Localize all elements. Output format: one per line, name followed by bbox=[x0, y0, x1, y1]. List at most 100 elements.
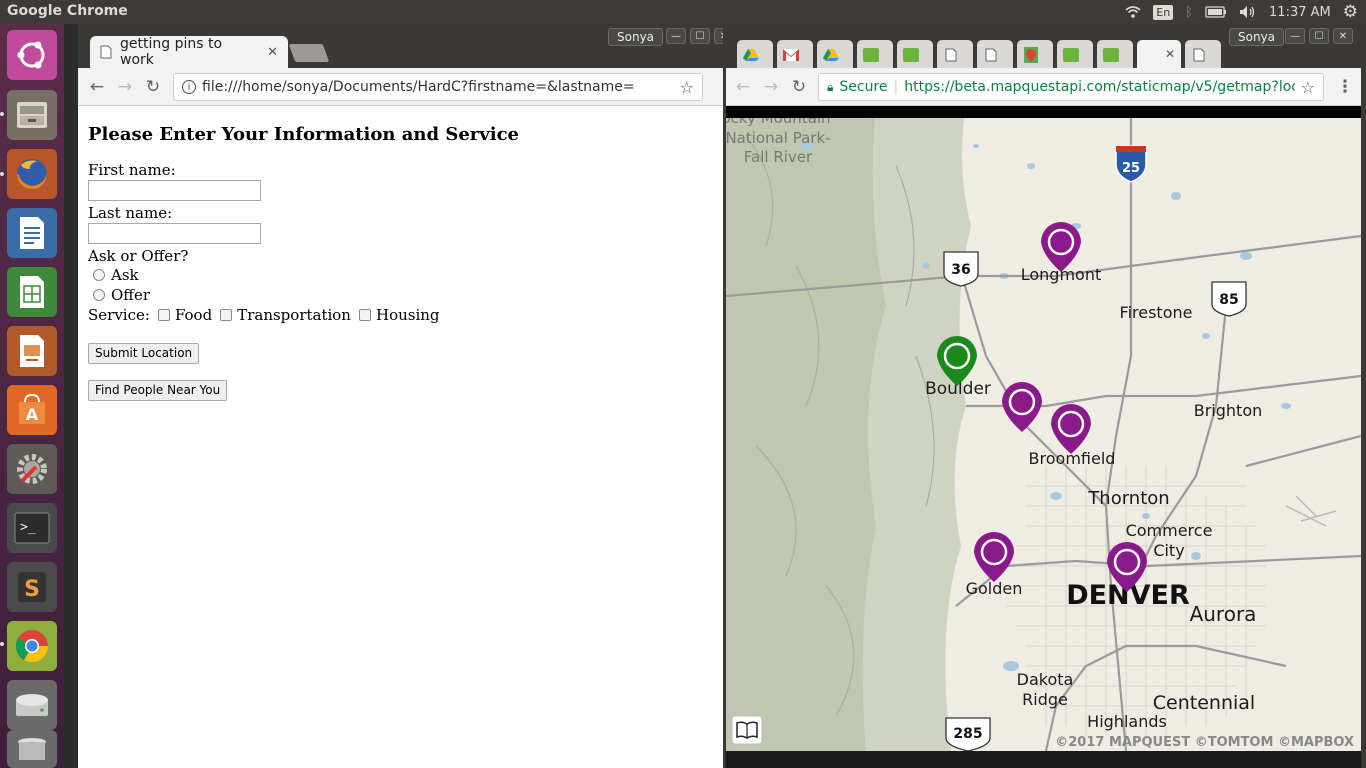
brighton-label: Brighton bbox=[1194, 401, 1263, 420]
green-app-icon bbox=[903, 48, 919, 62]
back-arrow-icon[interactable]: ← bbox=[86, 76, 108, 98]
chrome-window-form: getting pins to work ✕ Sonya — ☐ ✕ ← → ↻… bbox=[78, 24, 734, 768]
address-bar[interactable]: 🔒︎ Secure | https://beta.mapquestapi.com… bbox=[818, 73, 1324, 101]
drive-icon bbox=[823, 49, 839, 61]
forward-arrow-icon[interactable]: → bbox=[114, 76, 136, 98]
minimize-button[interactable]: — bbox=[1285, 28, 1305, 44]
tab-google-maps[interactable] bbox=[1017, 40, 1053, 68]
close-window-button[interactable]: ✕ bbox=[1333, 28, 1353, 44]
form-heading: Please Enter Your Information and Servic… bbox=[88, 124, 519, 145]
map-svg: 25 36 85 285 ocky Mountain National Park… bbox=[726, 106, 1361, 751]
sublime-text-icon[interactable]: S bbox=[7, 562, 57, 612]
tab-green-app-3[interactable] bbox=[1057, 40, 1093, 68]
tab-green-app-2[interactable] bbox=[897, 40, 933, 68]
svg-text:>_: >_ bbox=[20, 520, 36, 535]
maximize-button[interactable]: ☐ bbox=[1309, 28, 1329, 44]
chrome-icon[interactable] bbox=[7, 621, 57, 671]
battery-icon[interactable] bbox=[1205, 6, 1227, 18]
tab-close-icon[interactable]: ✕ bbox=[267, 45, 278, 60]
centennial-label: Centennial bbox=[1153, 692, 1255, 714]
active-app-title: Google Chrome bbox=[7, 3, 128, 19]
firefox-icon[interactable] bbox=[7, 149, 57, 199]
tab-page-3[interactable] bbox=[1185, 40, 1221, 68]
info-icon[interactable]: i bbox=[182, 80, 196, 94]
keyboard-layout-indicator[interactable]: En bbox=[1153, 4, 1174, 20]
libreoffice-writer-icon[interactable] bbox=[7, 208, 57, 258]
commerce-city-label-1: Commerce bbox=[1126, 521, 1213, 540]
browser-toolbar: ← → ↻ i file:///home/sonya/Documents/Har… bbox=[78, 68, 723, 106]
last-name-input[interactable] bbox=[88, 223, 261, 244]
minimize-button[interactable]: — bbox=[666, 28, 686, 44]
offer-radio[interactable] bbox=[93, 289, 105, 301]
service-label: Service: bbox=[88, 306, 150, 324]
first-name-input[interactable] bbox=[88, 180, 261, 201]
map-legend-book-icon[interactable] bbox=[731, 715, 763, 745]
settings-gear-icon[interactable]: ⚙ bbox=[1343, 2, 1358, 22]
profile-button[interactable]: Sonya bbox=[608, 28, 664, 46]
us285-label: 285 bbox=[953, 726, 982, 742]
tab-google-drive-2[interactable] bbox=[817, 40, 853, 68]
browser-toolbar: ← → ↻ 🔒︎ Secure | https://beta.mapquesta… bbox=[726, 68, 1361, 106]
food-checkbox[interactable] bbox=[157, 309, 170, 321]
menu-dots-icon[interactable]: ⋮ bbox=[1334, 76, 1356, 98]
libreoffice-calc-icon[interactable] bbox=[7, 267, 57, 317]
transportation-checkbox[interactable] bbox=[220, 309, 233, 321]
transportation-label: Transportation bbox=[237, 306, 351, 324]
system-settings-icon[interactable] bbox=[7, 444, 57, 494]
ask-radio[interactable] bbox=[93, 269, 105, 281]
window-titlebar: getting pins to work ✕ Sonya — ☐ ✕ bbox=[78, 24, 734, 68]
green-app-icon bbox=[863, 48, 879, 62]
tab-page-2[interactable] bbox=[977, 40, 1013, 68]
maps-icon bbox=[1024, 47, 1038, 63]
maximize-button[interactable]: ☐ bbox=[690, 28, 710, 44]
find-people-button[interactable]: Find People Near You bbox=[88, 380, 228, 401]
trash-icon[interactable] bbox=[7, 730, 57, 768]
window-titlebar: ✕ Sonya — ☐ ✕ bbox=[723, 24, 1366, 68]
new-tab-button[interactable] bbox=[288, 44, 330, 62]
map-bottom-border bbox=[726, 751, 1361, 768]
page-icon bbox=[100, 45, 112, 59]
tab-page-1[interactable] bbox=[937, 40, 973, 68]
files-icon[interactable] bbox=[7, 90, 57, 140]
tab-close-icon[interactable]: ✕ bbox=[1165, 47, 1175, 61]
reload-icon[interactable]: ↻ bbox=[142, 76, 164, 98]
url-text: https://beta.mapquestapi.com/staticmap/v… bbox=[904, 79, 1295, 95]
tab-green-app-4[interactable] bbox=[1097, 40, 1133, 68]
profile-button[interactable]: Sonya bbox=[1229, 28, 1285, 46]
url-text: file:///home/sonya/Documents/HardC?first… bbox=[202, 79, 635, 95]
page-icon bbox=[985, 48, 997, 62]
firestone-label: Firestone bbox=[1120, 303, 1193, 322]
tab-green-app-1[interactable] bbox=[857, 40, 893, 68]
offer-label: Offer bbox=[111, 286, 151, 304]
rmnp-label-2: National Park- bbox=[726, 129, 831, 147]
tab-gmail[interactable] bbox=[777, 40, 813, 68]
tab-mapquest-active[interactable]: ✕ bbox=[1137, 40, 1181, 68]
disk-drive-icon[interactable] bbox=[7, 680, 57, 730]
secure-label: Secure bbox=[839, 79, 888, 95]
rmnp-label-3: Fall River bbox=[744, 148, 813, 166]
forward-arrow-icon[interactable]: → bbox=[760, 76, 782, 98]
page-icon bbox=[1193, 48, 1205, 62]
last-name-label: Last name: bbox=[88, 204, 173, 222]
address-bar[interactable]: i file:///home/sonya/Documents/HardC?fir… bbox=[173, 73, 703, 101]
green-app-icon bbox=[1103, 48, 1119, 62]
volume-icon[interactable] bbox=[1239, 5, 1257, 19]
terminal-icon[interactable]: >_ bbox=[7, 503, 57, 553]
tab-getting-pins[interactable]: getting pins to work ✕ bbox=[90, 36, 288, 68]
clock[interactable]: 11:37 AM bbox=[1269, 5, 1331, 20]
bookmark-star-icon[interactable]: ☆ bbox=[1301, 78, 1315, 97]
lock-icon: 🔒︎ bbox=[827, 79, 834, 94]
bookmark-star-icon[interactable]: ☆ bbox=[680, 78, 694, 97]
food-label: Food bbox=[174, 306, 213, 324]
reload-icon[interactable]: ↻ bbox=[788, 76, 810, 98]
ubuntu-dash-icon[interactable] bbox=[7, 30, 57, 80]
housing-checkbox[interactable] bbox=[358, 309, 371, 321]
bluetooth-icon[interactable]: ᛒ bbox=[1185, 5, 1193, 20]
top-panel: Google Chrome En ᛒ 11:37 AM ⚙ bbox=[0, 0, 1366, 24]
back-arrow-icon[interactable]: ← bbox=[732, 76, 754, 98]
libreoffice-impress-icon[interactable] bbox=[7, 326, 57, 376]
software-center-icon[interactable]: A bbox=[7, 385, 57, 435]
wifi-icon[interactable] bbox=[1125, 5, 1141, 19]
tab-google-drive-1[interactable] bbox=[737, 40, 773, 68]
submit-location-button[interactable]: Submit Location bbox=[88, 343, 200, 364]
